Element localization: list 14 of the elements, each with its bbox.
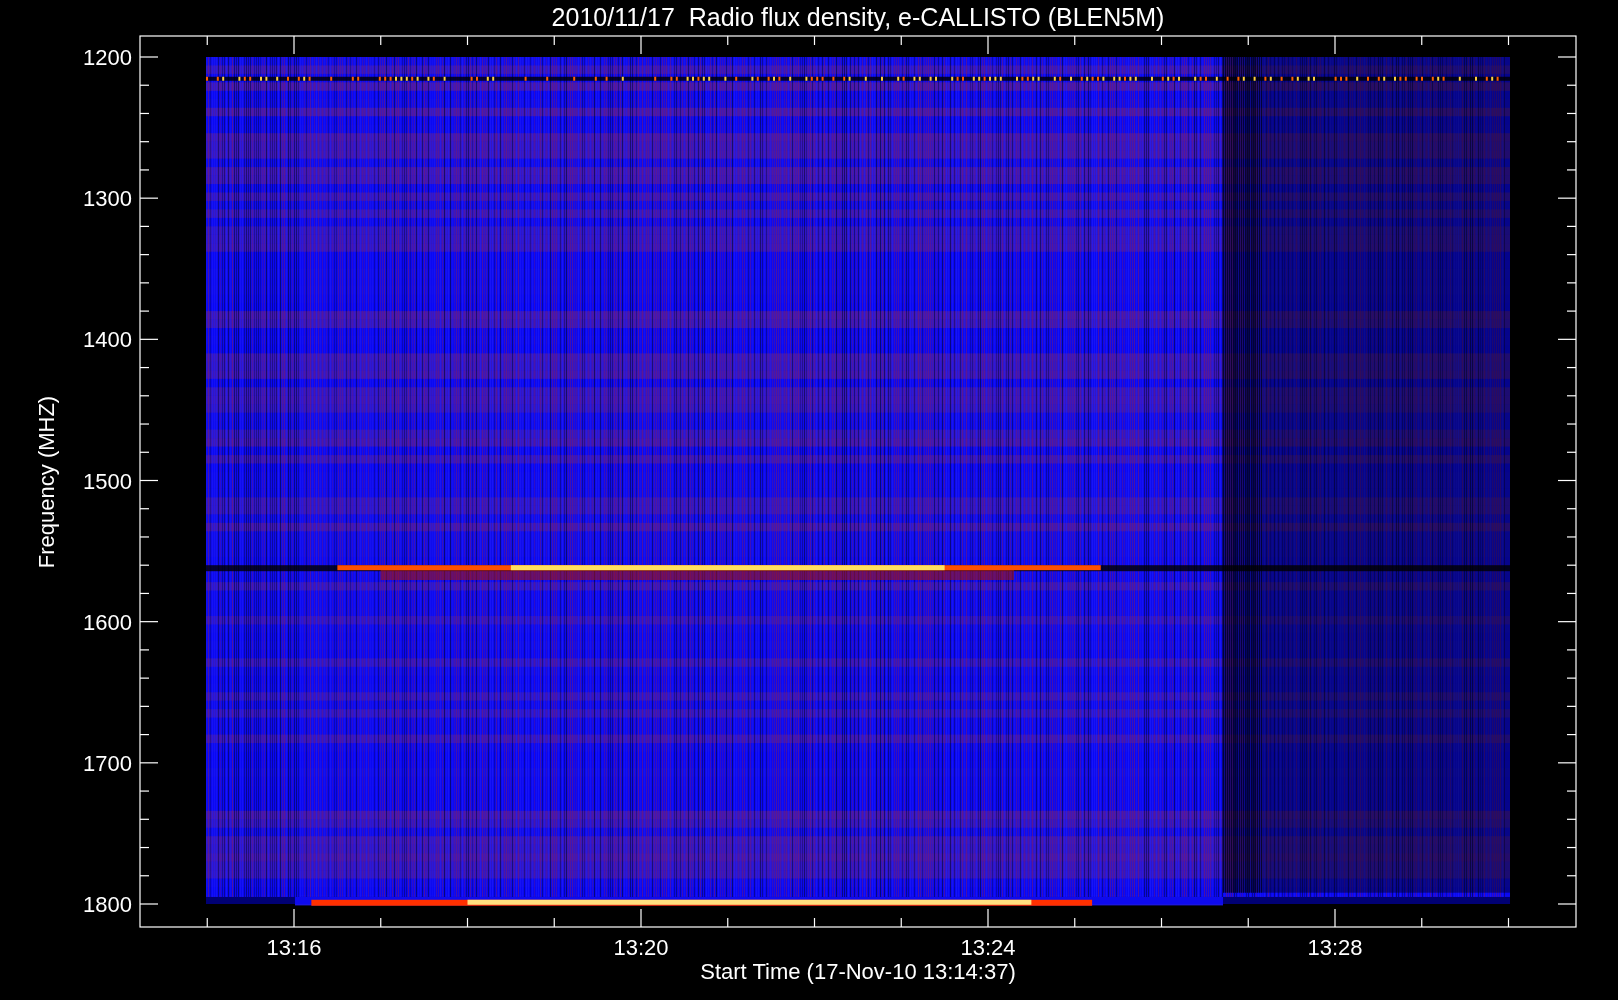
tick-label: 1600 (83, 609, 132, 635)
axis-label: Frequency (MHZ) (34, 395, 59, 569)
tick-label: 1700 (83, 750, 132, 776)
axis-label: Start Time (17-Nov-10 13:14:37) (700, 959, 1016, 984)
tick-label: 1200 (83, 45, 132, 70)
tick-label: 13:28 (1307, 935, 1363, 960)
tick-label: 13:16 (266, 935, 322, 960)
tick-label: 1500 (83, 468, 132, 494)
tick-label: 13:24 (960, 935, 1016, 960)
chart-title: 2010/11/17 Radio flux density, e-CALLISTO (BLEN5M) (551, 3, 1165, 31)
tick-label: 1800 (83, 892, 132, 917)
tick-label: 1400 (83, 327, 132, 353)
tick-label: 13:20 (613, 935, 669, 960)
tick-label: 1300 (83, 186, 132, 212)
